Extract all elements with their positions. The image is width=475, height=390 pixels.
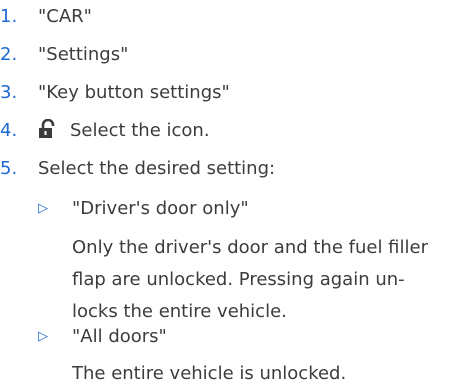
step-5: 5. Select the desired setting:	[0, 154, 275, 182]
step-1: 1. "CAR"	[0, 2, 92, 30]
step-4: 4. Select the icon.	[0, 116, 210, 144]
description-line: Only the driver's door and the fuel fill…	[72, 237, 428, 258]
option-all-doors: ▷ "All doors"	[38, 322, 167, 350]
step-text: "CAR"	[38, 5, 92, 27]
triangle-bullet-icon: ▷	[38, 328, 48, 344]
option-label: "Driver's door only"	[72, 197, 249, 219]
step-text: "Settings"	[38, 43, 129, 65]
step-text: "Key button settings"	[38, 81, 230, 103]
unlock-icon	[38, 118, 60, 139]
step-number: 4.	[0, 119, 18, 141]
step-text: Select the icon.	[70, 119, 210, 141]
description-line: The entire vehicle is unlocked.	[72, 363, 347, 384]
triangle-bullet-icon: ▷	[38, 200, 48, 216]
step-number: 5.	[0, 157, 18, 179]
option-description: The entire vehicle is unlocked.	[72, 358, 472, 390]
option-drivers-door-only: ▷ "Driver's door only"	[38, 194, 249, 222]
step-text: Select the desired setting:	[38, 157, 276, 179]
step-number: 3.	[0, 81, 18, 103]
step-3: 3. "Key button settings"	[0, 78, 230, 106]
option-description: Only the driver's door and the fuel fill…	[72, 232, 472, 328]
step-2: 2. "Settings"	[0, 40, 128, 68]
step-number: 1.	[0, 5, 18, 27]
description-line: flap are unlocked. Pressing again un-	[72, 269, 405, 290]
option-label: "All doors"	[72, 325, 167, 347]
step-number: 2.	[0, 43, 18, 65]
